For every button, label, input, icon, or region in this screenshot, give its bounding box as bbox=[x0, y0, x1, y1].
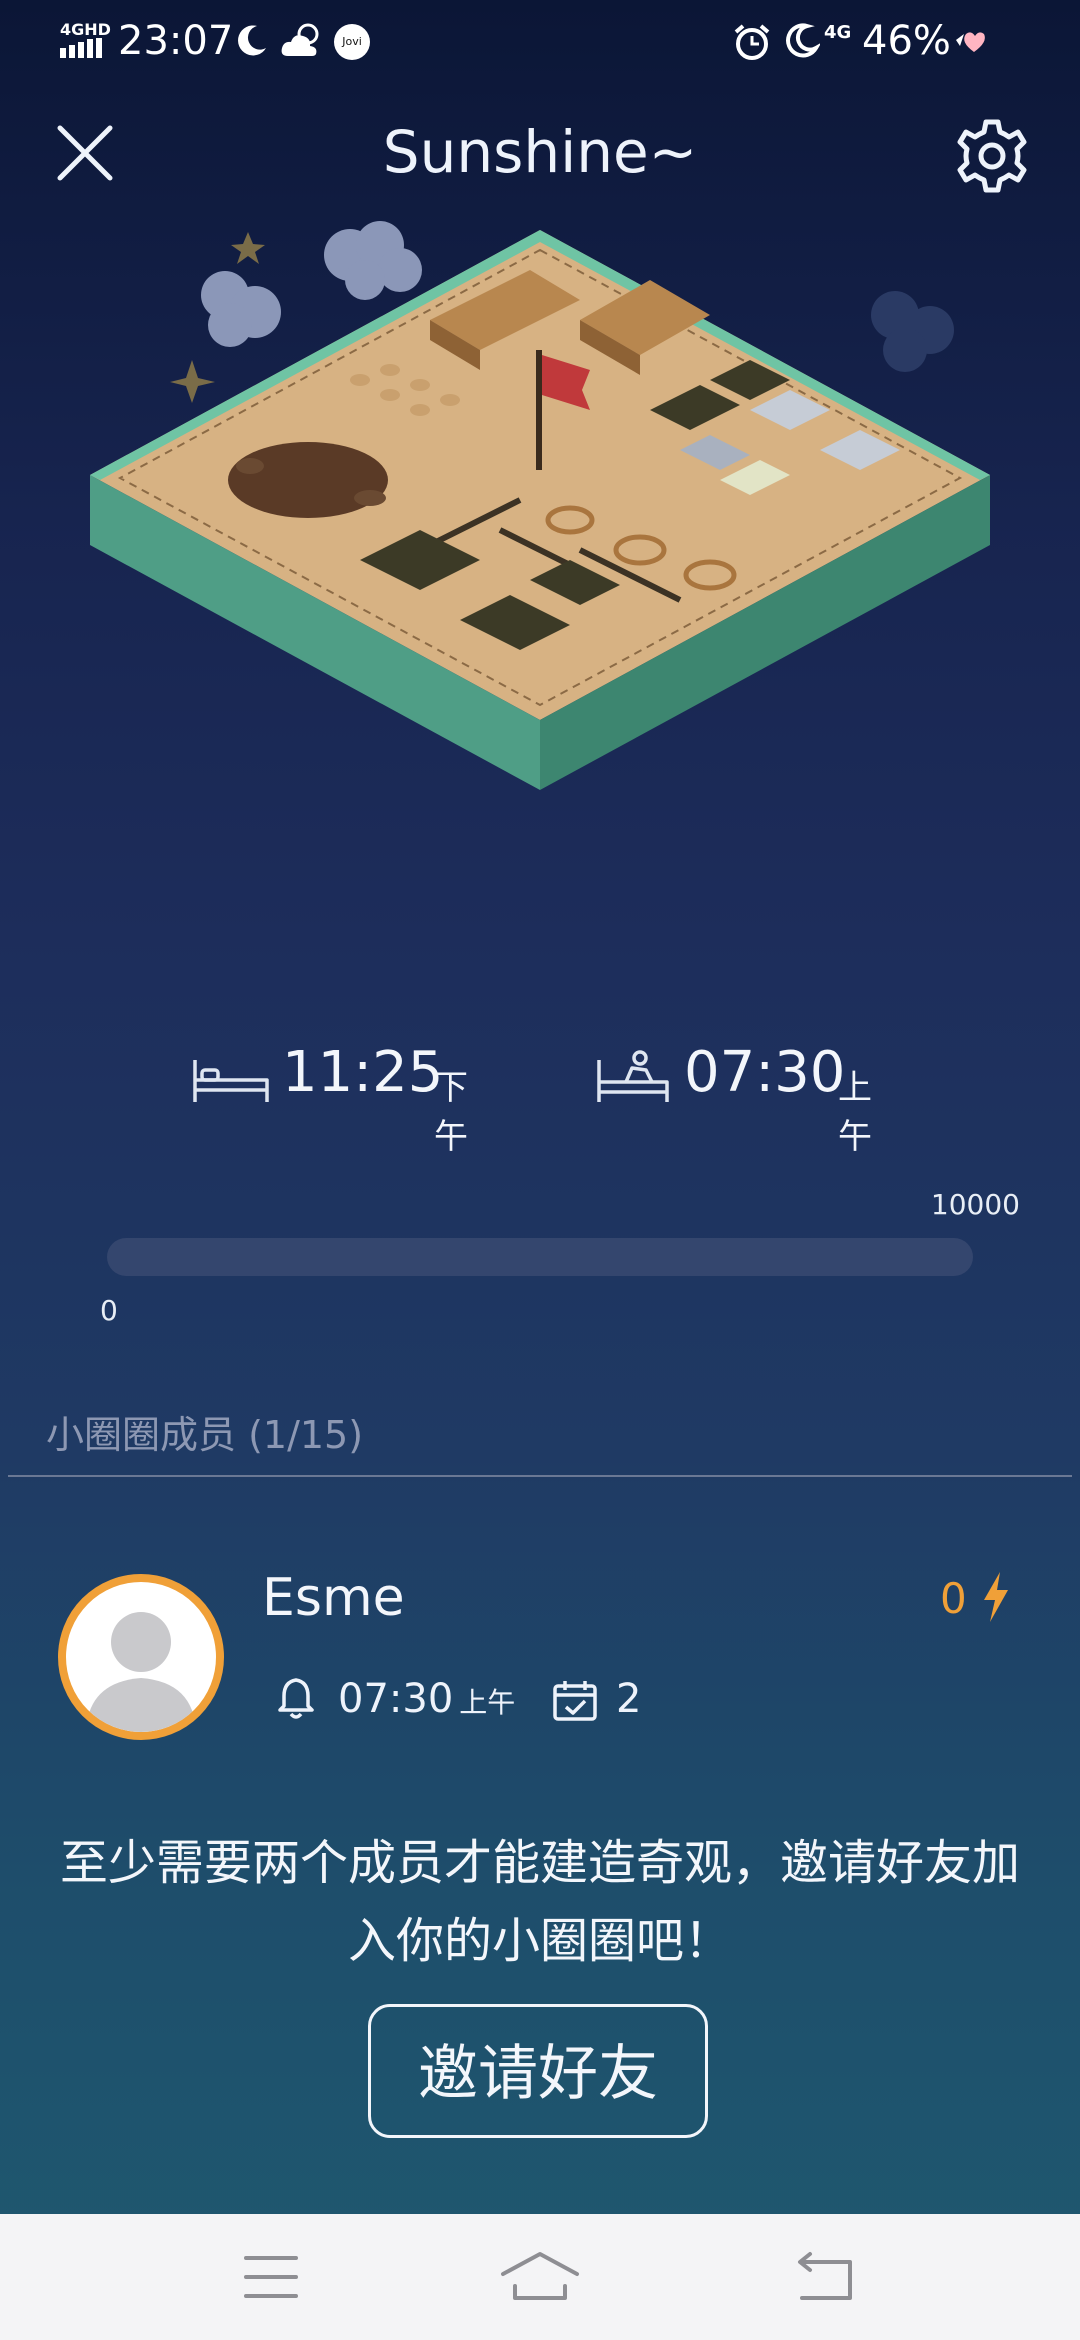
jovi-badge: Jovi bbox=[334, 24, 370, 60]
energy-count: 0 bbox=[940, 1574, 967, 1623]
status-time: 23:07 bbox=[118, 18, 234, 64]
sleep-period: 下午 bbox=[434, 1068, 468, 1157]
members-section-title: 小圈圈成员 (1/15) bbox=[46, 1413, 364, 1457]
back-icon[interactable] bbox=[772, 2240, 882, 2314]
construction-site-illustration bbox=[90, 221, 990, 790]
wake-period: 上午 bbox=[838, 1068, 872, 1157]
dnd-moon-icon bbox=[786, 23, 820, 58]
bed-wake-icon bbox=[597, 1050, 669, 1102]
weather-cloud-icon bbox=[281, 23, 319, 56]
alarm-icon bbox=[734, 24, 770, 60]
gear-icon[interactable] bbox=[952, 116, 1032, 196]
menu-icon[interactable] bbox=[216, 2240, 326, 2314]
invite-hint: 至少需要两个成员才能建造奇观，邀请好友加入你的小圈圈吧！ bbox=[60, 1835, 1021, 1969]
invite-friends-button[interactable]: 邀请好友 bbox=[368, 2004, 708, 2138]
member-alarm-time: 07:30 上午 bbox=[338, 1676, 515, 1722]
progress-max-label: 10000 bbox=[930, 1188, 1020, 1221]
signal-icon bbox=[60, 38, 102, 58]
home-icon[interactable] bbox=[485, 2240, 595, 2314]
bell-icon bbox=[278, 1678, 314, 1719]
moon-icon bbox=[238, 25, 266, 56]
section-divider bbox=[8, 1475, 1072, 1477]
status-bar: 4GHD 23:07 Jovi 4G 46% bbox=[0, 0, 1080, 84]
alarm-time-value: 07:30 bbox=[338, 1676, 454, 1722]
wake-time: 07:30 bbox=[684, 1040, 846, 1105]
checkin-count: 2 bbox=[616, 1676, 642, 1722]
progress-min-label: 0 bbox=[100, 1294, 118, 1327]
battery-heart-icon bbox=[956, 32, 985, 52]
network-label: 4GHD bbox=[60, 20, 111, 39]
signal-4g-label: 4G bbox=[824, 22, 852, 43]
user-silhouette-icon bbox=[86, 1612, 196, 1732]
page-title: Sunshine~ bbox=[382, 118, 698, 186]
member-name: Esme bbox=[262, 1568, 405, 1628]
lightning-icon bbox=[984, 1572, 1008, 1622]
calendar-check-icon bbox=[553, 1681, 597, 1721]
battery-percentage: 46% bbox=[862, 18, 951, 64]
progress-track bbox=[107, 1238, 973, 1276]
alarm-period: 上午 bbox=[459, 1686, 516, 1719]
avatar[interactable] bbox=[58, 1574, 224, 1740]
bed-icon bbox=[193, 1060, 269, 1102]
sleep-time: 11:25 bbox=[282, 1040, 444, 1105]
